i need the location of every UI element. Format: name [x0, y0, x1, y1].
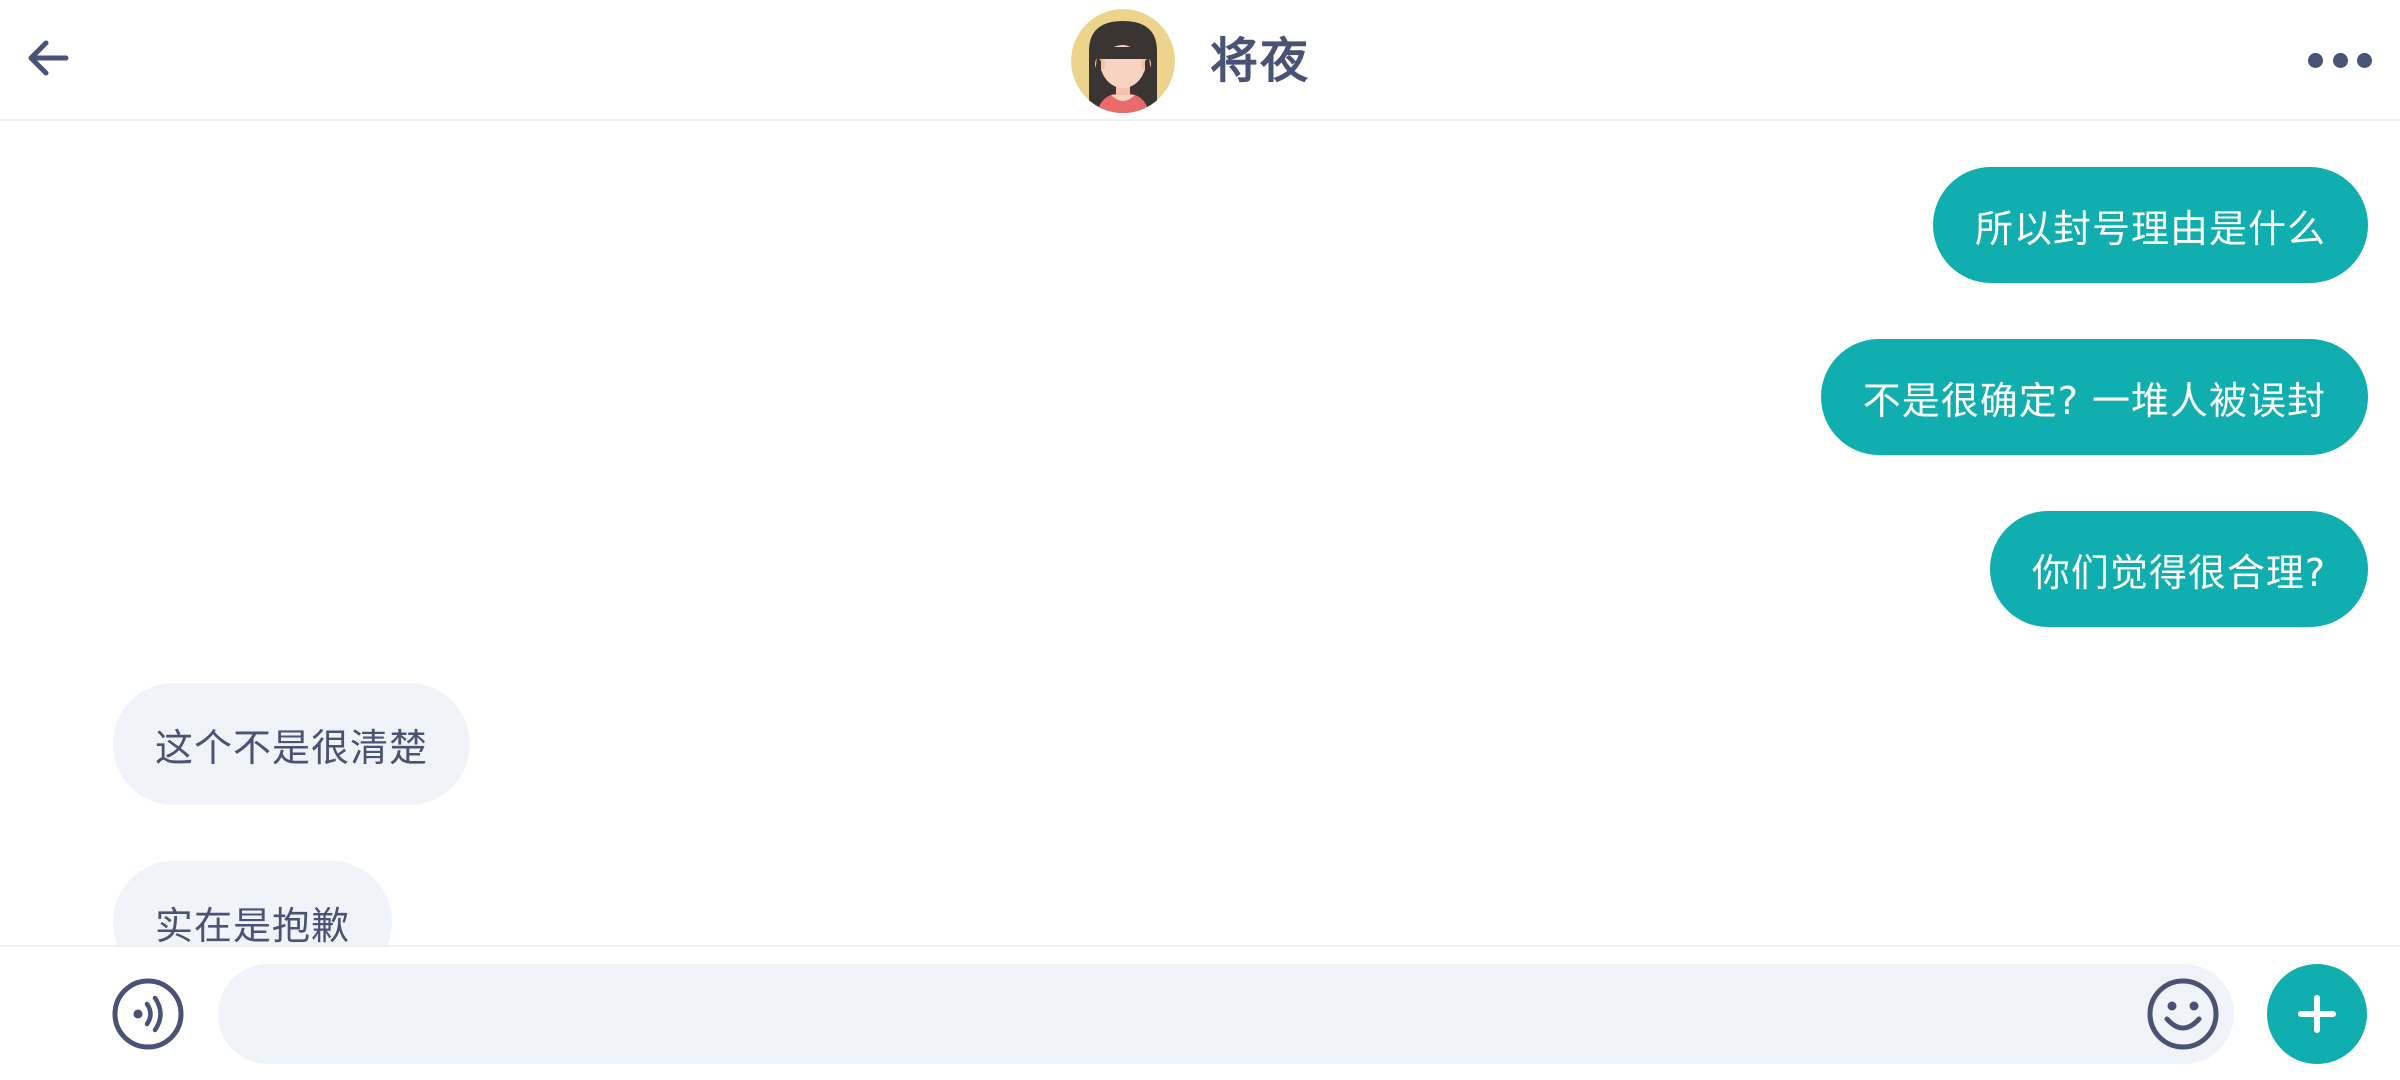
message-text: 你们觉得很合理? [2031, 550, 2326, 595]
more-dot-icon [2308, 52, 2323, 68]
arrow-left-icon [28, 40, 69, 76]
chat-screen: 将夜 所以封号理由是什么 不是很确定? 一堆人被误封 你们觉得很合理? 这个不是… [0, 0, 2400, 1080]
add-attachment-button[interactable] [2267, 964, 2367, 1064]
contact-name: 将夜 [1210, 33, 1311, 89]
contact-avatar[interactable] [1071, 9, 1175, 113]
chat-header: 将夜 [0, 0, 2400, 121]
incoming-message-bubble[interactable]: 这个不是很清楚 [113, 683, 471, 805]
message-text: 实在是抱歉 [155, 903, 351, 946]
more-dot-icon [2357, 52, 2372, 68]
outgoing-message-bubble[interactable]: 所以封号理由是什么 [1932, 167, 2368, 283]
voice-input-button[interactable] [111, 977, 185, 1051]
message-list[interactable]: 所以封号理由是什么 不是很确定? 一堆人被误封 你们觉得很合理? 这个不是很清楚… [0, 123, 2400, 945]
message-text: 这个不是很清楚 [155, 725, 429, 770]
voice-input-icon [112, 978, 184, 1050]
more-options-button[interactable] [2308, 46, 2372, 74]
outgoing-message-bubble[interactable]: 你们觉得很合理? [1989, 511, 2368, 627]
message-input-bar [0, 945, 2400, 1080]
girl-avatar-icon [1071, 9, 1175, 113]
smiley-icon [2147, 978, 2219, 1050]
incoming-message-bubble[interactable]: 实在是抱歉 [113, 861, 393, 946]
emoji-button[interactable] [2146, 977, 2220, 1051]
message-input[interactable] [218, 964, 2234, 1064]
plus-icon [2298, 995, 2336, 1033]
outgoing-message-bubble[interactable]: 不是很确定? 一堆人被误封 [1820, 339, 2368, 455]
more-dot-icon [2332, 52, 2348, 68]
message-text: 所以封号理由是什么 [1974, 206, 2326, 251]
back-button[interactable] [20, 30, 76, 86]
message-text: 不是很确定? 一堆人被误封 [1862, 378, 2326, 423]
